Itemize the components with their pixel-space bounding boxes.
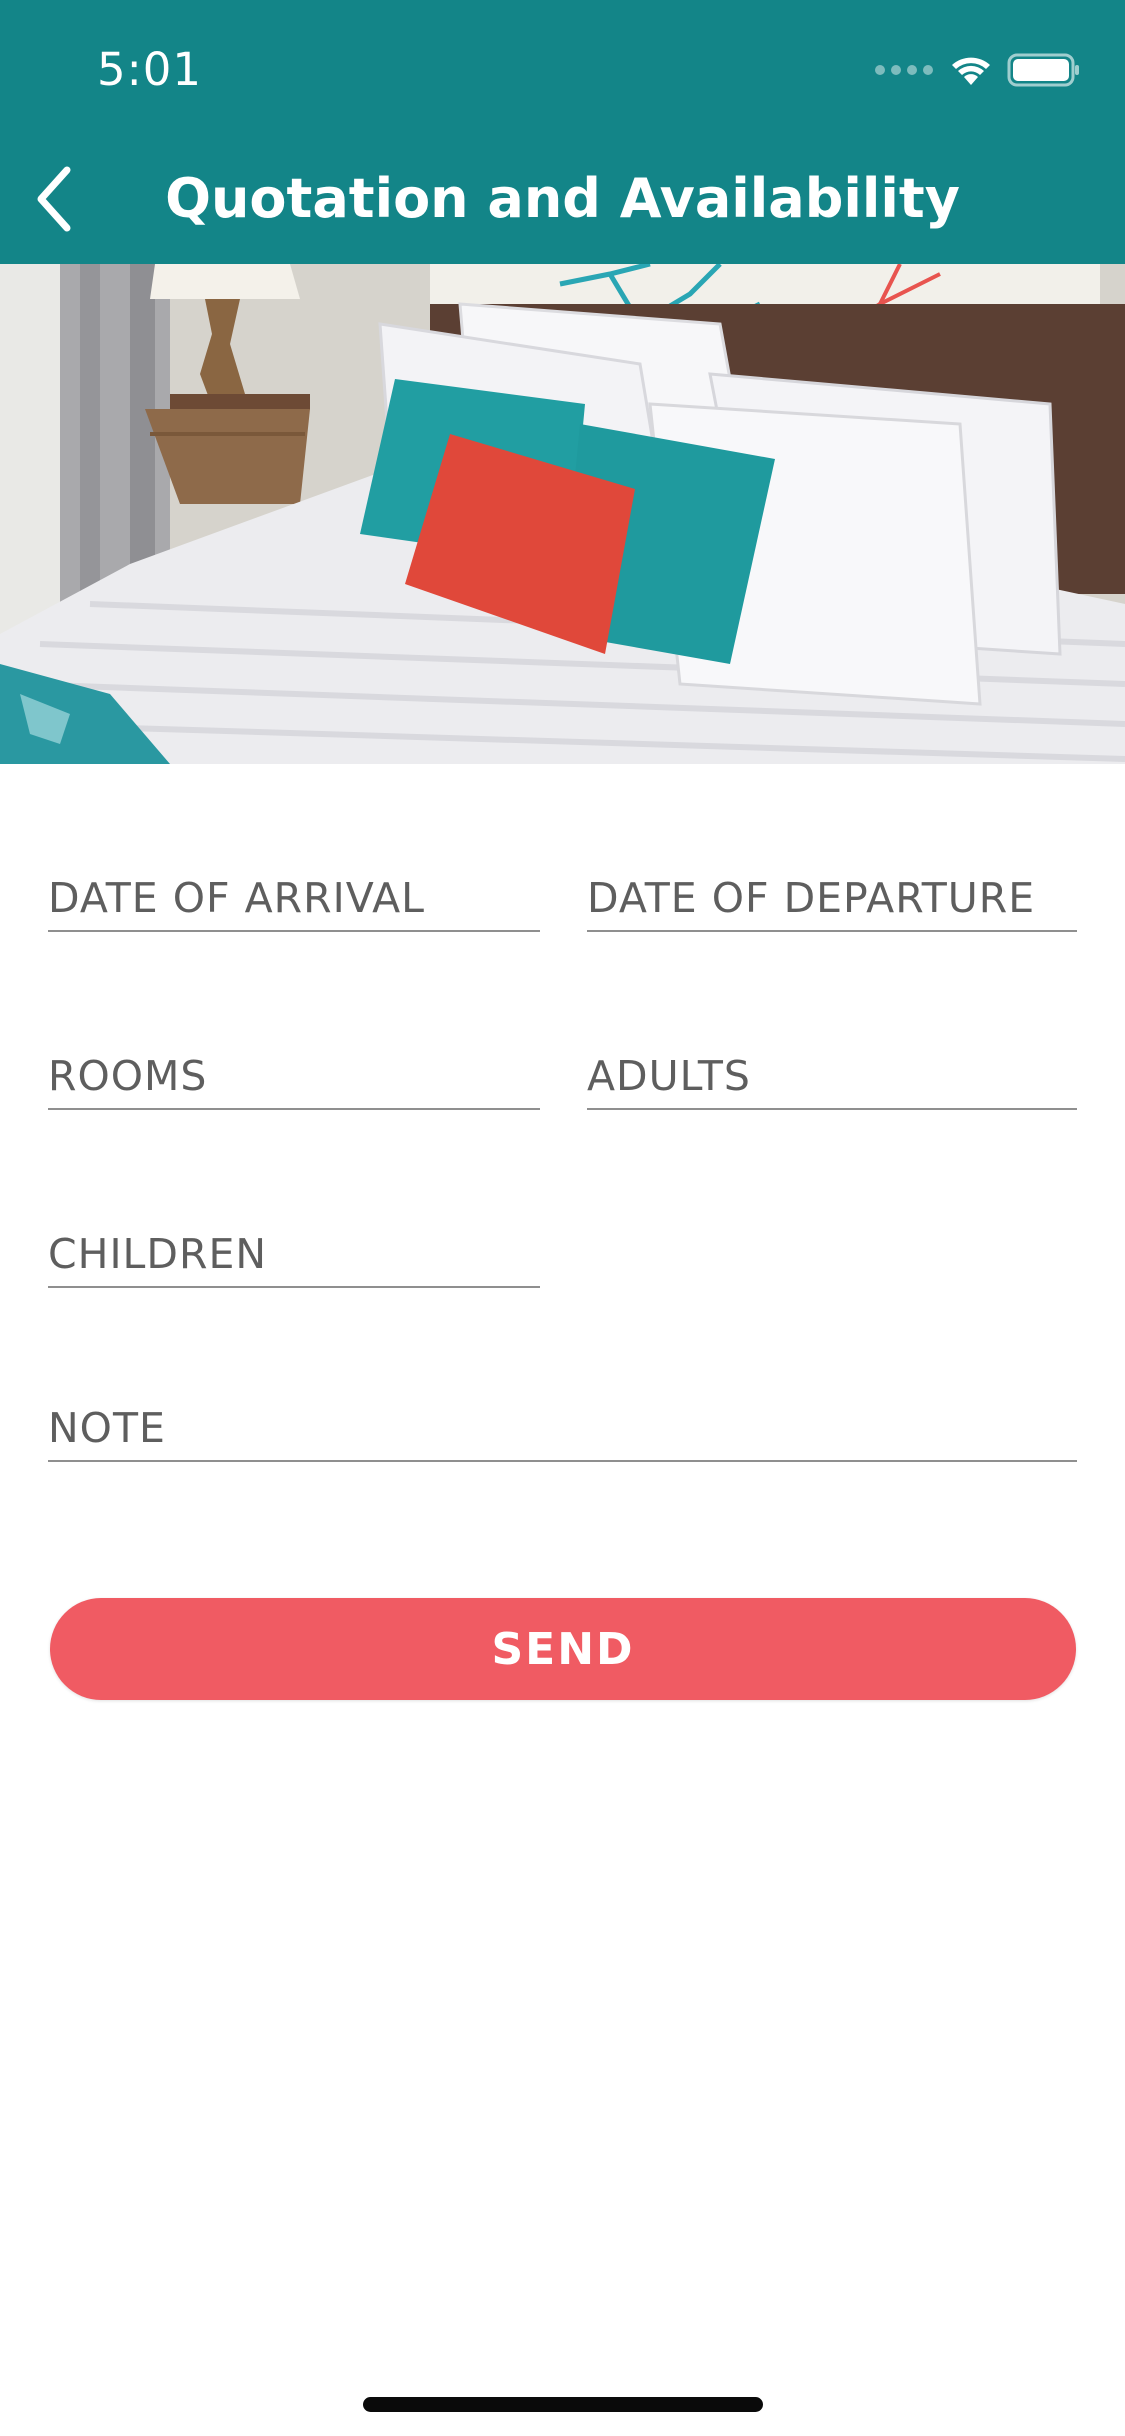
children-input[interactable]	[48, 1230, 540, 1278]
status-time: 5:01	[97, 43, 203, 96]
adults-input[interactable]	[587, 1052, 1077, 1100]
chevron-left-icon	[37, 166, 71, 232]
rooms-field[interactable]	[48, 1022, 540, 1110]
page-title: Quotation and Availability	[165, 167, 960, 230]
adults-field[interactable]	[587, 1022, 1077, 1110]
date-of-departure-input[interactable]	[587, 874, 1077, 922]
wifi-icon	[952, 57, 990, 85]
app-bar: 5:01 Quotation and Availability	[0, 0, 1125, 264]
rooms-input[interactable]	[48, 1052, 540, 1100]
note-input[interactable]	[48, 1404, 1077, 1452]
note-field[interactable]	[48, 1374, 1077, 1462]
date-of-arrival-field[interactable]	[48, 844, 540, 932]
date-of-arrival-input[interactable]	[48, 874, 540, 922]
status-icons	[875, 50, 1081, 90]
hero-image-hotel-bed	[0, 264, 1125, 764]
battery-icon	[1007, 53, 1079, 87]
back-button[interactable]	[18, 160, 88, 238]
home-indicator[interactable]	[363, 2397, 763, 2412]
send-button[interactable]: SEND	[50, 1598, 1076, 1700]
cellular-signal-icon	[875, 65, 933, 75]
children-field[interactable]	[48, 1200, 540, 1288]
date-of-departure-field[interactable]	[587, 844, 1077, 932]
